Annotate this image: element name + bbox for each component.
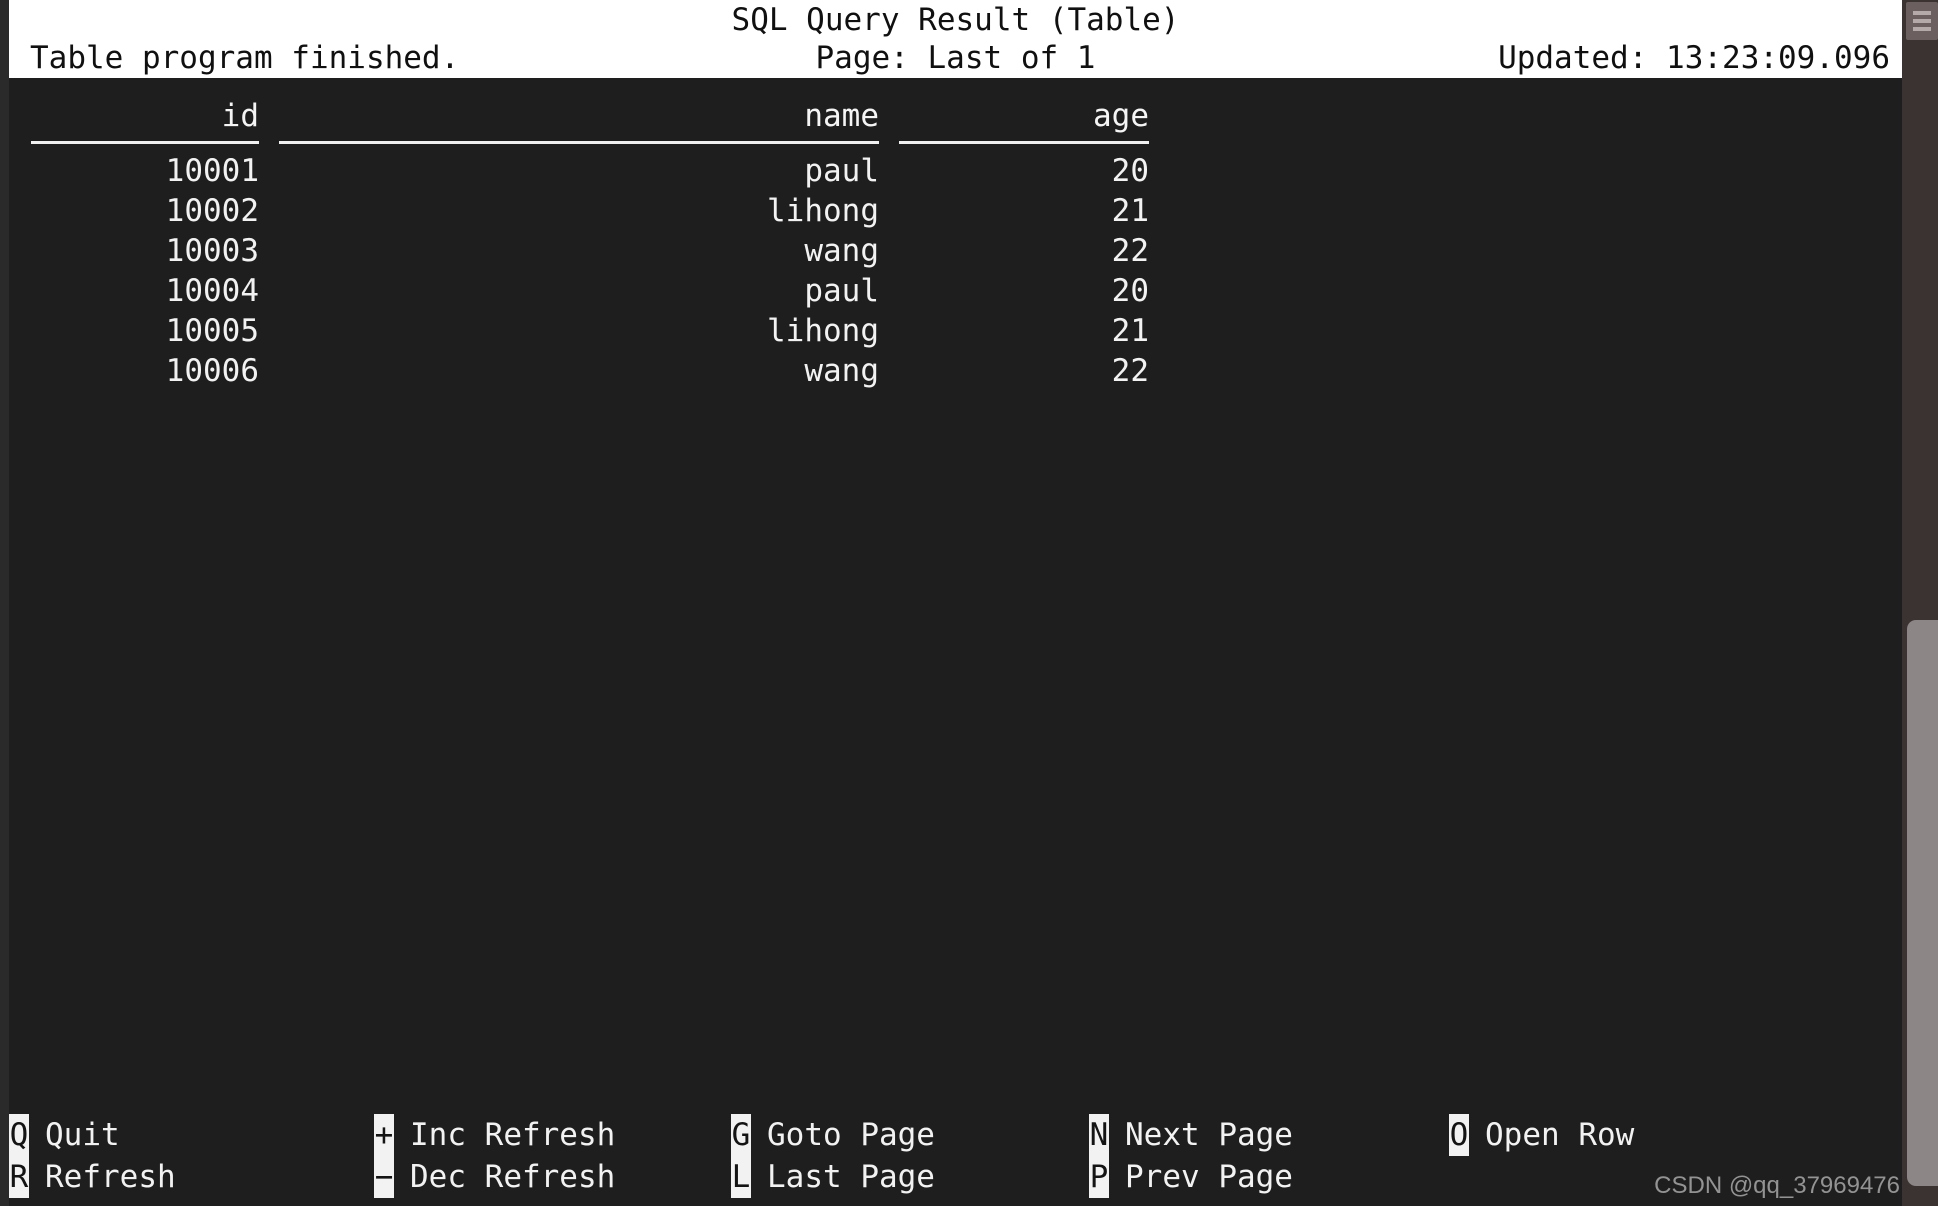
cell-age: 22	[1111, 353, 1149, 389]
column-header-name[interactable]: name	[259, 96, 879, 147]
cell-name: wang	[804, 353, 879, 389]
keybinding-open-row[interactable]: O Open Row	[1449, 1114, 1634, 1156]
keybinding-next-page[interactable]: N Next Page	[1089, 1114, 1293, 1156]
keybinding-label: Quit	[45, 1117, 120, 1153]
cell-id: 10006	[165, 353, 259, 389]
cell-age: 20	[1111, 153, 1149, 189]
keybinding-label: Next Page	[1125, 1117, 1293, 1153]
table-area: id name age 10001 paul 20 10002 lihong 2…	[9, 78, 1902, 1206]
cell-name: lihong	[767, 193, 879, 229]
keybinding-label: Dec Refresh	[410, 1159, 616, 1195]
page-title: SQL Query Result (Table)	[731, 2, 1180, 38]
cell-name: wang	[804, 233, 879, 269]
cell-age: 21	[1111, 313, 1149, 349]
keybinding-label: Open Row	[1485, 1117, 1635, 1153]
cell-id: 10005	[165, 313, 259, 349]
updated-timestamp: Updated: 13:23:09.096	[1498, 40, 1890, 76]
keycap-icon: +	[374, 1114, 394, 1156]
cell-name: lihong	[767, 313, 879, 349]
table-row[interactable]: 10004 paul 20	[9, 271, 1149, 311]
column-header-id[interactable]: id	[9, 96, 259, 147]
cell-age: 20	[1111, 273, 1149, 309]
keycap-icon: R	[9, 1156, 29, 1198]
keybinding-label: Last Page	[767, 1159, 935, 1195]
column-header-age[interactable]: age	[879, 96, 1149, 147]
table-header-row: id name age	[9, 96, 1149, 147]
keybinding-goto-page[interactable]: G Goto Page	[731, 1114, 935, 1156]
keybinding-column-1: Q Quit R Refresh	[9, 1114, 176, 1198]
keycap-icon: −	[374, 1156, 394, 1198]
cell-id: 10003	[165, 233, 259, 269]
keybinding-label: Goto Page	[767, 1117, 935, 1153]
table-row[interactable]: 10006 wang 22	[9, 351, 1149, 391]
keybinding-refresh[interactable]: R Refresh	[9, 1156, 176, 1198]
keycap-icon: N	[1089, 1114, 1109, 1156]
keycap-icon: O	[1449, 1114, 1469, 1156]
cell-id: 10002	[165, 193, 259, 229]
keycap-icon: L	[731, 1156, 751, 1198]
keybinding-last-page[interactable]: L Last Page	[731, 1156, 935, 1198]
keybinding-inc-refresh[interactable]: + Inc Refresh	[374, 1114, 615, 1156]
keybinding-prev-page[interactable]: P Prev Page	[1089, 1156, 1293, 1198]
table-row[interactable]: 10002 lihong 21	[9, 191, 1149, 231]
keybinding-label: Prev Page	[1125, 1159, 1293, 1195]
keybinding-label: Refresh	[45, 1159, 176, 1195]
keybinding-dec-refresh[interactable]: − Dec Refresh	[374, 1156, 615, 1198]
table-row[interactable]: 10001 paul 20	[9, 147, 1149, 191]
status-bar: Table program finished. Page: Last of 1 …	[9, 39, 1902, 78]
keybinding-column-4: N Next Page P Prev Page	[1089, 1114, 1293, 1198]
cell-age: 21	[1111, 193, 1149, 229]
terminal-window: SQL Query Result (Table) Table program f…	[0, 0, 1938, 1206]
keybinding-label: Inc Refresh	[410, 1117, 616, 1153]
keybinding-column-3: G Goto Page L Last Page	[731, 1114, 935, 1198]
scrollbar-thumb[interactable]	[1907, 620, 1938, 1186]
keybinding-bar: Q Quit R Refresh + Inc Refresh − Dec Refresh…	[9, 1110, 1902, 1206]
cell-id: 10001	[165, 153, 259, 189]
table-row[interactable]: 10003 wang 22	[9, 231, 1149, 271]
cell-id: 10004	[165, 273, 259, 309]
cell-name: paul	[804, 153, 879, 189]
keybinding-column-5: O Open Row	[1449, 1114, 1634, 1156]
table-body: 10001 paul 20 10002 lihong 21 10003 wang…	[9, 147, 1149, 391]
scrollbar-menu-icon[interactable]	[1906, 2, 1938, 40]
keybinding-column-2: + Inc Refresh − Dec Refresh	[374, 1114, 615, 1198]
table-row[interactable]: 10005 lihong 21	[9, 311, 1149, 351]
keycap-icon: Q	[9, 1114, 29, 1156]
keycap-icon: G	[731, 1114, 751, 1156]
vertical-scrollbar[interactable]	[1902, 0, 1938, 1206]
keycap-icon: P	[1089, 1156, 1109, 1198]
header-bar: SQL Query Result (Table) Table program f…	[9, 0, 1902, 78]
keybinding-quit[interactable]: Q Quit	[9, 1114, 176, 1156]
results-table: id name age 10001 paul 20 10002 lihong 2…	[9, 96, 1149, 391]
terminal-left-gutter	[0, 0, 9, 1206]
watermark: CSDN @qq_37969476	[1654, 1172, 1900, 1199]
cell-name: paul	[804, 273, 879, 309]
cell-age: 22	[1111, 233, 1149, 269]
